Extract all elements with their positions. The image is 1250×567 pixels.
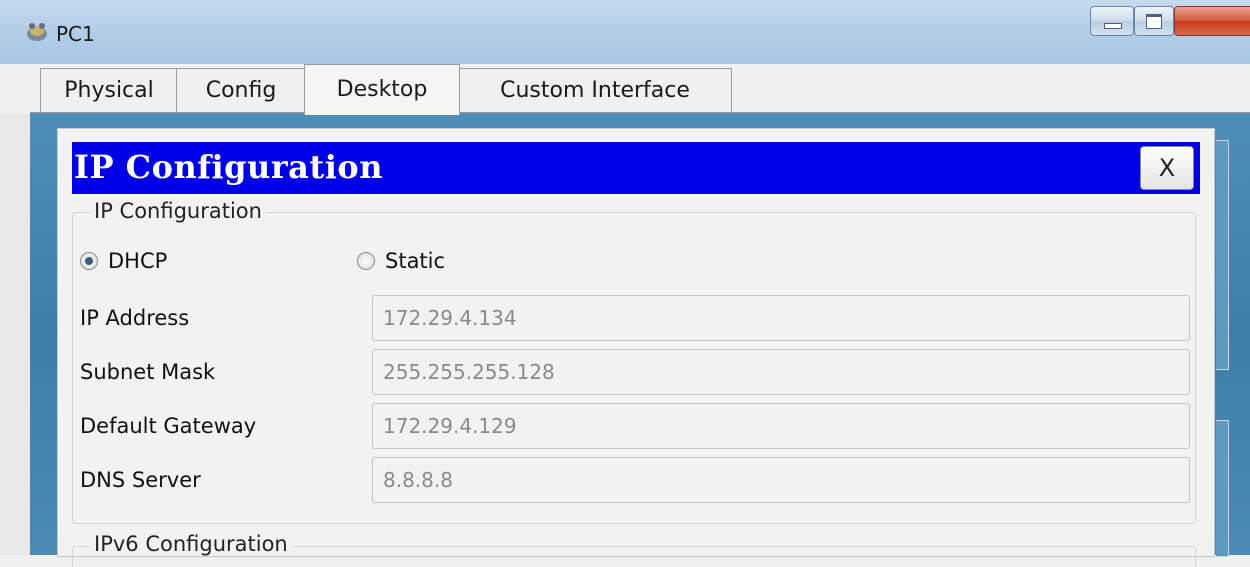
maximize-button[interactable] [1134, 6, 1174, 36]
ip-address-label: IP Address [80, 306, 190, 330]
ip-address-field[interactable]: 172.29.4.134 [372, 295, 1190, 341]
radio-checked-icon[interactable] [80, 252, 98, 270]
window-close-button[interactable] [1174, 6, 1250, 36]
static-label: Static [385, 249, 446, 273]
left-panel-edge [0, 113, 31, 555]
tab-desktop[interactable]: Desktop [304, 64, 460, 115]
background-window-edge [1216, 140, 1229, 370]
default-gateway-label: Default Gateway [80, 414, 257, 438]
window-title: PC1 [56, 22, 95, 46]
tab-config[interactable]: Config [176, 68, 306, 113]
minimize-button[interactable] [1090, 6, 1134, 36]
dns-server-label: DNS Server [80, 468, 201, 492]
ipv6-group-legend: IPv6 Configuration [90, 532, 292, 556]
dhcp-label: DHCP [108, 249, 168, 273]
group-legend: IP Configuration [90, 199, 266, 223]
background-window-edge [1216, 420, 1229, 557]
static-radio[interactable]: Static [357, 249, 445, 273]
radio-unchecked-icon[interactable] [357, 252, 375, 270]
dialog-header: IP Configuration X [72, 142, 1200, 194]
subnet-mask-label: Subnet Mask [80, 360, 216, 384]
dhcp-radio[interactable]: DHCP [80, 249, 167, 273]
dialog-close-button[interactable]: X [1140, 146, 1194, 190]
dns-server-field[interactable]: 8.8.8.8 [372, 457, 1190, 503]
default-gateway-field[interactable]: 172.29.4.129 [372, 403, 1190, 449]
tab-physical[interactable]: Physical [40, 68, 178, 113]
tab-custom-interface[interactable]: Custom Interface [458, 68, 732, 113]
pc-icon [27, 23, 47, 41]
window-titlebar: PC1 [0, 0, 1250, 65]
dialog-title: IP Configuration [74, 148, 383, 186]
subnet-mask-field[interactable]: 255.255.255.128 [372, 349, 1190, 395]
